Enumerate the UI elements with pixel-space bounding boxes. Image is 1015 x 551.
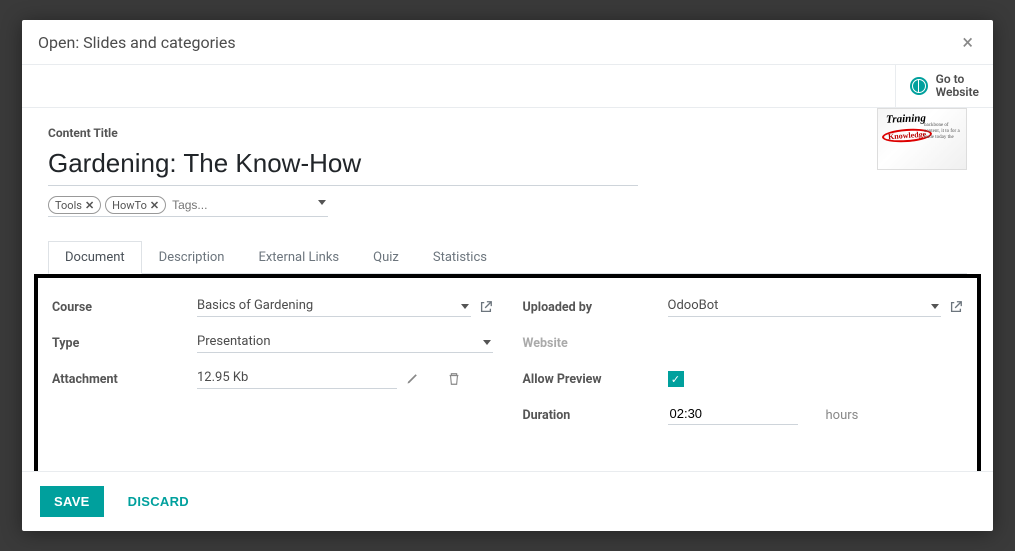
external-link-icon[interactable] <box>949 300 963 314</box>
trash-icon[interactable] <box>447 372 461 386</box>
tag-chip: Tools ✕ <box>48 196 101 214</box>
close-icon[interactable]: × <box>962 32 973 52</box>
content-title-label: Content Title <box>48 126 967 140</box>
allow-preview-checkbox[interactable]: ✓ <box>668 371 684 387</box>
uploaded-by-row: Uploaded by OdooBot <box>523 296 964 318</box>
duration-label: Duration <box>523 408 668 423</box>
type-row: Type Presentation <box>52 332 493 354</box>
attachment-row: Attachment 12.95 Kb <box>52 368 493 390</box>
chevron-down-icon[interactable] <box>318 200 326 205</box>
duration-input[interactable] <box>668 405 798 425</box>
content-area: Training Knowledge backbone of content, … <box>22 108 993 274</box>
tab-description[interactable]: Description <box>142 241 242 274</box>
tags-field[interactable]: Tools ✕ HowTo ✕ <box>48 196 328 217</box>
chevron-down-icon[interactable] <box>931 304 939 309</box>
website-label: Website <box>523 336 668 351</box>
type-label: Type <box>52 336 197 351</box>
uploaded-by-value: OdooBot <box>668 298 719 313</box>
course-label: Course <box>52 300 197 315</box>
duration-unit: hours <box>826 408 859 423</box>
allow-preview-row: Allow Preview ✓ <box>523 368 964 390</box>
thumb-text-training: Training <box>886 113 926 126</box>
attachment-label: Attachment <box>52 372 197 387</box>
uploaded-by-select[interactable]: OdooBot <box>668 298 942 317</box>
modal-dialog: Open: Slides and categories × Go to Webs… <box>22 20 993 531</box>
go-to-website-button[interactable]: Go to Website <box>895 65 993 107</box>
discard-button[interactable]: DISCARD <box>122 493 195 510</box>
globe-icon <box>910 77 928 95</box>
tab-quiz[interactable]: Quiz <box>356 241 416 274</box>
modal-body: Go to Website Training Knowledge backbon… <box>22 65 993 471</box>
tab-external-links[interactable]: External Links <box>241 241 356 274</box>
chevron-down-icon[interactable] <box>461 304 469 309</box>
type-value: Presentation <box>197 334 271 349</box>
modal-footer: SAVE DISCARD <box>22 471 993 531</box>
tag-chip: HowTo ✕ <box>105 196 166 214</box>
tag-label: HowTo <box>112 199 147 212</box>
uploaded-by-label: Uploaded by <box>523 300 668 315</box>
pencil-icon[interactable] <box>405 372 419 386</box>
tab-document[interactable]: Document <box>48 241 142 274</box>
course-select[interactable]: Basics of Gardening <box>197 298 471 317</box>
modal-header: Open: Slides and categories × <box>22 20 993 65</box>
attachment-value: 12.95 Kb <box>197 370 248 385</box>
tag-label: Tools <box>55 199 82 212</box>
course-value: Basics of Gardening <box>197 298 313 313</box>
allow-preview-label: Allow Preview <box>523 372 668 387</box>
tag-remove-icon[interactable]: ✕ <box>85 199 94 212</box>
thumb-text-body: backbone of content, it to for a trade t… <box>924 123 964 141</box>
go-to-website-label: Go to Website <box>936 73 979 99</box>
type-select[interactable]: Presentation <box>197 334 493 353</box>
form-left-column: Course Basics of Gardening <box>52 296 493 440</box>
attachment-field[interactable]: 12.95 Kb <box>197 370 397 389</box>
document-form-panel: Course Basics of Gardening <box>34 274 981 471</box>
content-thumbnail[interactable]: Training Knowledge backbone of content, … <box>877 108 967 170</box>
website-row: Website <box>523 332 964 354</box>
tab-bar: Document Description External Links Quiz… <box>48 241 967 274</box>
modal-title: Open: Slides and categories <box>38 33 236 52</box>
tab-statistics[interactable]: Statistics <box>416 241 504 274</box>
form-right-column: Uploaded by OdooBot W <box>523 296 964 440</box>
tag-remove-icon[interactable]: ✕ <box>150 199 159 212</box>
chevron-down-icon[interactable] <box>483 340 491 345</box>
course-row: Course Basics of Gardening <box>52 296 493 318</box>
content-title-input[interactable] <box>48 144 638 186</box>
action-bar: Go to Website <box>22 65 993 108</box>
external-link-icon[interactable] <box>479 300 493 314</box>
tags-input[interactable] <box>170 197 329 213</box>
duration-row: Duration hours <box>523 404 964 426</box>
save-button[interactable]: SAVE <box>40 486 104 517</box>
